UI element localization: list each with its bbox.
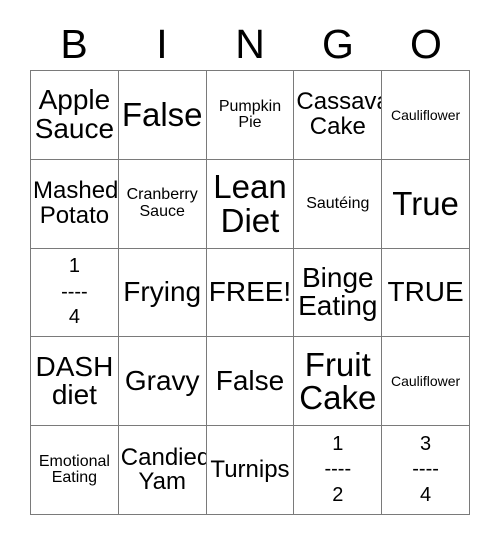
bingo-cell[interactable]: Sautéing bbox=[294, 159, 383, 249]
bingo-cell-label: FREE! bbox=[208, 276, 292, 308]
bingo-header-letter-text: B bbox=[60, 20, 88, 67]
bingo-cell[interactable]: Lean Diet bbox=[206, 159, 295, 249]
bingo-cell[interactable]: False bbox=[206, 337, 295, 427]
bingo-cell[interactable]: 1 ---- 2 bbox=[294, 426, 383, 515]
bingo-cell-label: Pumpkin Pie bbox=[218, 97, 282, 131]
bingo-cell[interactable]: Cassava Cake bbox=[294, 71, 383, 160]
bingo-header-letter-g: G bbox=[294, 18, 382, 70]
bingo-cell-label: TRUE bbox=[387, 276, 464, 308]
bingo-cell[interactable]: Gravy bbox=[118, 337, 207, 427]
bingo-header-letter-i: I bbox=[118, 18, 206, 70]
bingo-cell-label: Sautéing bbox=[306, 194, 370, 212]
bingo-cell[interactable]: Cauliflower bbox=[382, 337, 470, 427]
bingo-cell-free[interactable]: FREE! bbox=[206, 248, 295, 338]
bingo-header-row: B I N G O bbox=[30, 18, 470, 70]
bingo-cell-label: Frying bbox=[123, 276, 202, 308]
bingo-header-letter-text: N bbox=[235, 20, 265, 67]
bingo-cell[interactable]: False bbox=[118, 71, 207, 160]
bingo-header-letter-text: I bbox=[156, 20, 168, 67]
bingo-cell-label: Candied Yam bbox=[120, 443, 207, 496]
bingo-cell-label: False bbox=[215, 365, 285, 397]
bingo-cell-label: Turnips bbox=[210, 455, 290, 483]
bingo-cell[interactable]: TRUE bbox=[382, 248, 470, 338]
bingo-cell-label: 1 ---- 4 bbox=[61, 255, 88, 329]
bingo-cell-label: Fruit Cake bbox=[299, 345, 377, 417]
bingo-cell[interactable]: True bbox=[382, 159, 470, 249]
bingo-grid: Apple Sauce False Pumpkin Pie Cassava Ca… bbox=[30, 70, 470, 515]
bingo-header-letter-o: O bbox=[382, 18, 470, 70]
bingo-header-letter-b: B bbox=[30, 18, 118, 70]
bingo-header-letter-text: O bbox=[410, 20, 442, 67]
bingo-cell[interactable]: Emotional Eating bbox=[31, 426, 119, 515]
bingo-cell-label: Cranberry Sauce bbox=[126, 186, 198, 220]
bingo-cell-label: Lean Diet bbox=[213, 168, 287, 239]
bingo-cell[interactable]: 3 ---- 4 bbox=[382, 426, 470, 515]
bingo-cell[interactable]: Cauliflower bbox=[382, 71, 470, 160]
bingo-cell-label: Cassava Cake bbox=[296, 88, 383, 140]
bingo-cell[interactable]: Cranberry Sauce bbox=[118, 159, 207, 249]
bingo-cell-label: True bbox=[392, 184, 459, 222]
bingo-cell-label: Binge Eating bbox=[298, 261, 378, 322]
bingo-header-letter-text: G bbox=[322, 20, 354, 67]
bingo-cell[interactable]: Apple Sauce bbox=[31, 71, 119, 160]
bingo-cell[interactable]: Fruit Cake bbox=[294, 337, 383, 427]
bingo-cell-label: Cauliflower bbox=[390, 106, 461, 123]
bingo-cell-label: 3 ---- 4 bbox=[412, 432, 439, 506]
bingo-cell-label: 1 ---- 2 bbox=[324, 432, 352, 506]
bingo-card: B I N G O Apple Sauce False Pumpkin Pie … bbox=[0, 0, 500, 544]
bingo-cell-label: Emotional Eating bbox=[38, 452, 110, 487]
bingo-cell-label: Mashed Potato bbox=[33, 177, 119, 229]
bingo-header-letter-n: N bbox=[206, 18, 294, 70]
bingo-cell[interactable]: Mashed Potato bbox=[31, 159, 119, 249]
bingo-cell-label: False bbox=[121, 96, 203, 134]
bingo-cell-label: Gravy bbox=[124, 365, 200, 397]
bingo-cell[interactable]: 1 ---- 4 bbox=[31, 248, 119, 338]
bingo-cell[interactable]: Binge Eating bbox=[294, 248, 383, 338]
bingo-cell-label: Apple Sauce bbox=[34, 84, 115, 144]
bingo-cell-label: Cauliflower bbox=[390, 373, 461, 390]
bingo-cell[interactable]: Turnips bbox=[206, 426, 295, 515]
bingo-cell[interactable]: DASH diet bbox=[31, 337, 119, 427]
bingo-cell[interactable]: Frying bbox=[118, 248, 207, 338]
bingo-cell-label: DASH diet bbox=[35, 350, 114, 411]
bingo-cell[interactable]: Candied Yam bbox=[118, 426, 207, 515]
bingo-cell[interactable]: Pumpkin Pie bbox=[206, 71, 295, 160]
